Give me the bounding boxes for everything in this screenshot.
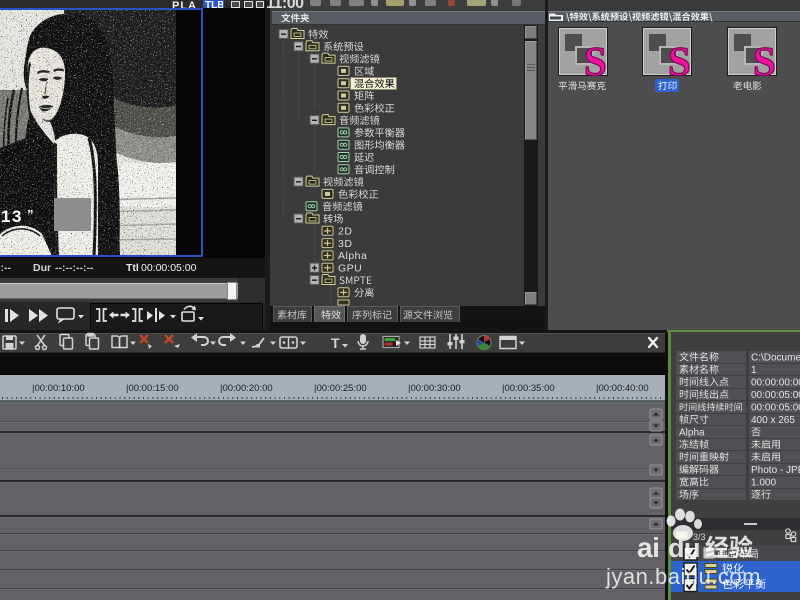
svg-text:--:--:--:--: --:--:--:-- (55, 262, 94, 274)
svg-text:00:00:05:00: 00:00:05:00 (751, 402, 800, 413)
svg-text:jyan.baidu.com: jyan.baidu.com (605, 564, 761, 589)
svg-text:|00:00:30:00: |00:00:30:00 (408, 383, 461, 394)
svg-text:|00:00:10:00: |00:00:10:00 (32, 383, 85, 394)
svg-text:S: S (584, 38, 607, 84)
svg-text:Dur: Dur (33, 262, 51, 274)
svg-text:1: 1 (751, 365, 757, 376)
svg-text:1.000: 1.000 (751, 477, 776, 488)
svg-text:|00:00:20:00: |00:00:20:00 (220, 383, 273, 394)
svg-text:2D: 2D (338, 226, 352, 238)
svg-text:400 x 265: 400 x 265 (751, 415, 795, 426)
svg-text:Alpha: Alpha (679, 427, 705, 438)
svg-text:S: S (753, 38, 776, 84)
svg-text:Alpha: Alpha (338, 250, 367, 262)
svg-text:-:--: -:-- (0, 262, 11, 274)
svg-text:|00:00:25:00: |00:00:25:00 (314, 383, 367, 394)
svg-text:GPU: GPU (338, 263, 362, 275)
svg-text:C:\Documents: C:\Documents (751, 352, 800, 363)
svg-text:3D: 3D (338, 238, 352, 250)
svg-text:Photo - JPEG: Photo - JPEG (751, 465, 800, 476)
svg-text:|00:00:15:00: |00:00:15:00 (126, 383, 179, 394)
svg-text:Ttl: Ttl (126, 262, 139, 274)
svg-text:S: S (668, 38, 691, 84)
svg-text:00:00:00:00: 00:00:00:00 (751, 377, 800, 388)
svg-text:00:00:05:00: 00:00:05:00 (751, 390, 800, 401)
svg-text:ai: ai (637, 532, 659, 563)
svg-text:11:00: 11:00 (266, 0, 304, 12)
svg-text:|00:00:35:00: |00:00:35:00 (502, 383, 555, 394)
svg-text:00:00:05:00: 00:00:05:00 (141, 262, 197, 274)
svg-text:T: T (331, 335, 340, 351)
svg-text:|00:00:40:00: |00:00:40:00 (596, 383, 649, 394)
